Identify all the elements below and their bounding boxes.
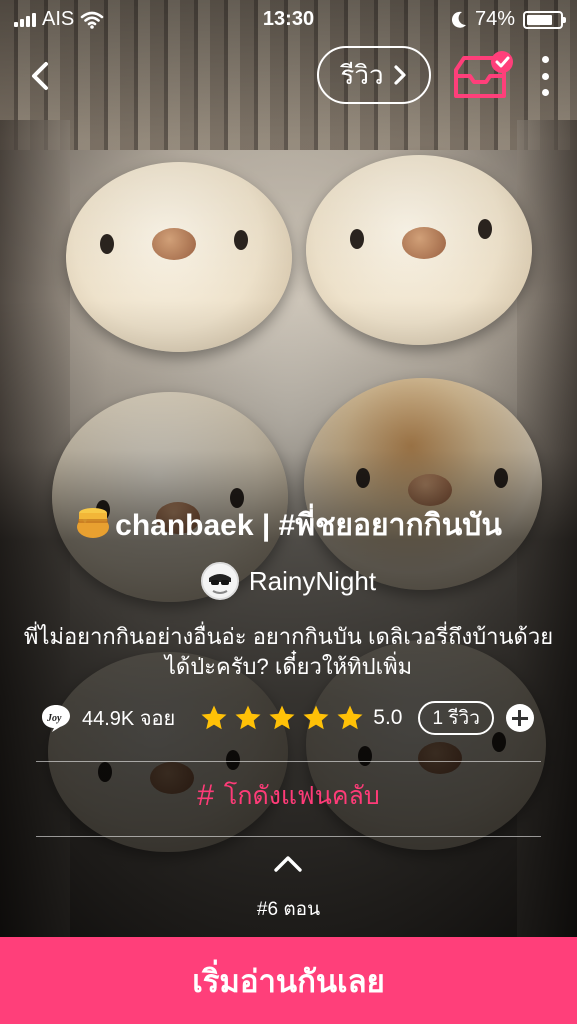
inbox-check-icon[interactable] — [452, 50, 516, 102]
honey-pot-icon — [77, 508, 110, 538]
divider — [36, 761, 541, 762]
battery-percent: 74% — [474, 8, 515, 30]
rating-stars — [199, 703, 365, 733]
story-title: chanbaek | #พี่ชยอยากกินบัน — [0, 502, 577, 549]
star-icon — [337, 705, 363, 730]
svg-text:Joy: Joy — [46, 713, 62, 724]
rating-value: 5.0 — [373, 706, 403, 729]
fanclub-link[interactable]: # โกดังแฟนคลับ — [0, 776, 577, 816]
moon-icon — [451, 11, 466, 28]
star-icon — [235, 705, 261, 730]
more-vertical-icon[interactable] — [535, 56, 555, 96]
battery-icon — [523, 10, 566, 29]
review-button-label: รีวิว — [340, 59, 384, 90]
star-icon — [201, 705, 227, 730]
status-bar: AIS 13:30 74% — [0, 0, 577, 38]
back-chevron-icon[interactable] — [22, 56, 56, 96]
star-icon — [269, 705, 295, 730]
star-icon — [303, 705, 329, 730]
story-description: พี่ไม่อยากกินอย่างอื่นอ่ะ อยากกินบัน เดล… — [23, 624, 554, 679]
avatar[interactable] — [200, 562, 239, 600]
hashtag-icon: # — [197, 779, 214, 812]
stats-row: Joy 44.9K จอย 5.0 1 รีวิว — [40, 700, 540, 736]
start-reading-label: เริ่มอ่านกันเลย — [192, 963, 385, 999]
fanclub-label: โกดังแฟนคลับ — [223, 782, 380, 810]
review-count-label: 1 รีวิว — [432, 708, 480, 729]
episode-count[interactable]: #6 ตอน — [0, 894, 577, 924]
review-button[interactable]: รีวิว — [317, 46, 431, 104]
author-row[interactable]: RainyNight — [0, 562, 577, 600]
add-to-library-button[interactable] — [505, 704, 534, 732]
review-count-button[interactable]: 1 รีวิว — [418, 701, 494, 735]
joy-count: 44.9K จอย — [82, 708, 176, 730]
chevron-up-icon[interactable] — [272, 852, 304, 874]
divider — [36, 836, 541, 837]
start-reading-button[interactable]: เริ่มอ่านกันเลย — [0, 937, 577, 1024]
chevron-right-icon — [393, 65, 406, 85]
story-title-text: chanbaek | #พี่ชยอยากกินบัน — [115, 509, 502, 542]
author-name[interactable]: RainyNight — [249, 566, 376, 597]
joy-icon: Joy — [42, 705, 70, 732]
